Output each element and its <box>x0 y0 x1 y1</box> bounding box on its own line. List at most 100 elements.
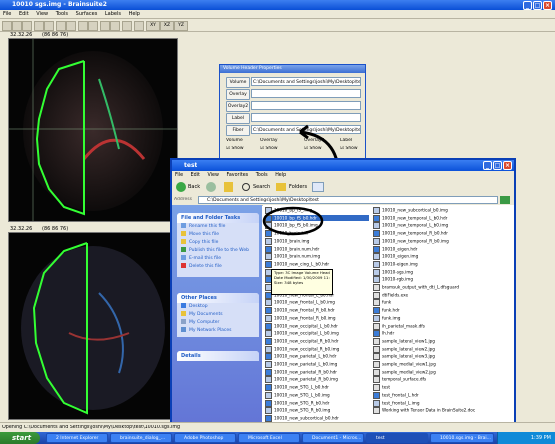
start-button[interactable]: start <box>0 432 40 444</box>
grid-icon[interactable] <box>56 21 66 31</box>
task-delete[interactable]: Delete this file <box>177 263 259 271</box>
overlay-button[interactable]: Overlay <box>226 89 250 100</box>
file-folder-tasks-header[interactable]: File and Folder Tasks <box>177 213 259 223</box>
file-item[interactable]: 10010_new_frontal_R_b0.img <box>265 314 369 322</box>
file-item[interactable]: 10010_new_temporal_R_b0.hdr <box>373 230 511 238</box>
explorer-menu-edit[interactable]: Edit <box>191 173 200 178</box>
file-item[interactable]: 10010_brain.img <box>265 237 369 245</box>
file-item[interactable]: 10010_new_temporal_L_b0.img <box>373 222 511 230</box>
views-icon[interactable] <box>312 182 324 192</box>
taskbar-item-brainsuite[interactable]: 10010.sgs.img - Brai... <box>430 433 494 443</box>
taskbar-item-word[interactable]: Document1 - Micros... <box>302 433 364 443</box>
volume-icon[interactable] <box>100 21 110 31</box>
menu-surfaces[interactable]: Surfaces <box>76 11 98 17</box>
back-label[interactable]: Back <box>188 184 200 190</box>
top-image-pane[interactable] <box>8 38 178 222</box>
file-item[interactable]: 10010_new_STG_R_b0.hdr <box>265 399 369 407</box>
bottom-image-pane[interactable] <box>8 232 178 420</box>
menu-file[interactable]: File <box>3 11 11 17</box>
file-item[interactable]: sample_medial_view1.jpg <box>373 361 511 368</box>
taskbar-item-dialog[interactable]: brainsuite_dialog_... <box>110 433 172 443</box>
file-item[interactable]: 10010_new_occipital_L_b0.hdr <box>265 322 369 330</box>
file-item[interactable]: bramsuk_output_with_dti_L.dfsguard <box>373 284 511 291</box>
file-item[interactable]: dtiFields.exe <box>373 291 511 299</box>
task-rename[interactable]: Rename this file <box>177 223 259 231</box>
file-item[interactable]: ih_parietal_mask.dfs <box>373 322 511 330</box>
zoom-out-icon[interactable] <box>44 21 54 31</box>
go-icon[interactable] <box>500 196 510 204</box>
search-icon[interactable] <box>242 183 250 191</box>
file-item[interactable]: 10010_new_STG_L_b0.img <box>265 391 369 399</box>
file-item[interactable]: 10010-rgb.img <box>373 276 511 284</box>
file-item[interactable]: test <box>373 384 511 392</box>
explorer-menu-tools[interactable]: Tools <box>256 173 268 178</box>
file-item[interactable]: 10010_new_occipital_R_b0.img <box>265 345 369 353</box>
menu-help[interactable]: Help <box>129 11 140 17</box>
minimize-icon[interactable]: _ <box>523 1 532 10</box>
place-desktop[interactable]: Desktop <box>177 303 259 311</box>
file-item[interactable]: 10010-sgs.img <box>373 268 511 276</box>
layout-1-icon[interactable] <box>78 21 88 31</box>
taskbar-item-excel[interactable]: Microsoft Excel <box>238 433 300 443</box>
explorer-menu-favorites[interactable]: Favorites <box>227 173 249 178</box>
volume-button[interactable]: Volume <box>226 77 250 88</box>
file-item[interactable]: 10010_new_occipital_R_b0.hdr <box>265 337 369 345</box>
show-volume-checkbox[interactable]: ☑ Show <box>226 146 244 151</box>
file-item[interactable]: 10010_new_parietal_R_b0.img <box>265 376 369 384</box>
file-item[interactable]: funk.img <box>373 314 511 322</box>
layout-4-icon[interactable] <box>88 21 98 31</box>
file-item[interactable]: funk <box>373 299 511 307</box>
menu-edit[interactable]: Edit <box>19 11 29 17</box>
file-item[interactable]: 10010_new_parietal_L_b0.hdr <box>265 353 369 361</box>
explorer-maximize-icon[interactable]: □ <box>493 161 502 170</box>
file-item[interactable]: 10010_new_occipital_L_b0.img <box>265 330 369 338</box>
overlay2-button[interactable]: Overlay2 <box>226 101 250 112</box>
other-places-header[interactable]: Other Places <box>177 293 259 303</box>
file-item[interactable]: 10010_new_STG_L_b0.hdr <box>265 384 369 392</box>
file-item[interactable]: test_frontal_L.hdr <box>373 391 511 399</box>
file-item[interactable]: funk.hdr <box>373 307 511 315</box>
task-move[interactable]: Move this file <box>177 231 259 239</box>
explorer-close-icon[interactable]: × <box>503 161 512 170</box>
taskbar-item-ie[interactable]: 2 Internet Explorer <box>46 433 108 443</box>
surface-icon[interactable] <box>110 21 120 31</box>
folders-label[interactable]: Folders <box>289 184 307 190</box>
file-item[interactable]: 10010_new_cing_L_b0.hdr <box>265 260 369 268</box>
view-yz-button[interactable]: YZ <box>174 21 188 31</box>
close-icon[interactable]: × <box>543 1 552 10</box>
explorer-menu-view[interactable]: View <box>208 173 219 178</box>
back-arrow-icon[interactable] <box>176 182 186 192</box>
file-item[interactable]: 10010_new_frontal_L_b0.img <box>265 299 369 307</box>
file-item[interactable]: 10010_new_STG_R_b0.img <box>265 407 369 415</box>
forward-arrow-icon[interactable] <box>206 182 216 192</box>
file-item[interactable]: sample_lateral_view1.jpg <box>373 337 511 345</box>
view-xy-button[interactable]: XY <box>146 21 160 31</box>
fiber-button[interactable]: Fiber <box>226 125 250 136</box>
menu-labels[interactable]: Labels <box>105 11 121 17</box>
place-my-computer[interactable]: My Computer <box>177 319 259 327</box>
task-publish[interactable]: Publish this file to the Web <box>177 247 259 255</box>
file-item[interactable]: 10010_new_parietal_L_b0.img <box>265 361 369 368</box>
file-item[interactable]: 10010_brain.num.img <box>265 253 369 261</box>
file-item[interactable]: sample_medial_view2.jpg <box>373 368 511 376</box>
save-icon[interactable] <box>22 21 32 31</box>
taskbar-item-test[interactable]: test <box>366 433 428 443</box>
fiber-icon[interactable] <box>134 21 144 31</box>
volume-path-field[interactable]: C:\Documents and Settings\joshi\My\Deskt… <box>251 77 361 86</box>
view-xz-button[interactable]: XZ <box>160 21 174 31</box>
file-item[interactable]: 10010_eigen.img <box>373 253 511 261</box>
file-item[interactable]: 10010_new_subcortical_b0.img <box>373 207 511 214</box>
file-item[interactable]: lh.hdr <box>373 330 511 338</box>
task-copy[interactable]: Copy this file <box>177 239 259 247</box>
file-item[interactable]: 10010_new_temporal_L_b0.hdr <box>373 214 511 222</box>
place-my-documents[interactable]: My Documents <box>177 311 259 319</box>
search-label[interactable]: Search <box>253 184 270 190</box>
file-item[interactable]: temporal_surface.dfs <box>373 376 511 384</box>
file-item[interactable]: Working with Tensor Data in BrainSuite2.… <box>373 407 511 415</box>
overlay2-path-field[interactable] <box>251 101 361 110</box>
menu-view[interactable]: View <box>36 11 48 17</box>
maximize-icon[interactable]: □ <box>533 1 542 10</box>
details-header[interactable]: Details <box>177 351 259 361</box>
up-folder-icon[interactable] <box>224 182 233 192</box>
taskbar-item-photoshop[interactable]: Adobe Photoshop <box>174 433 236 443</box>
